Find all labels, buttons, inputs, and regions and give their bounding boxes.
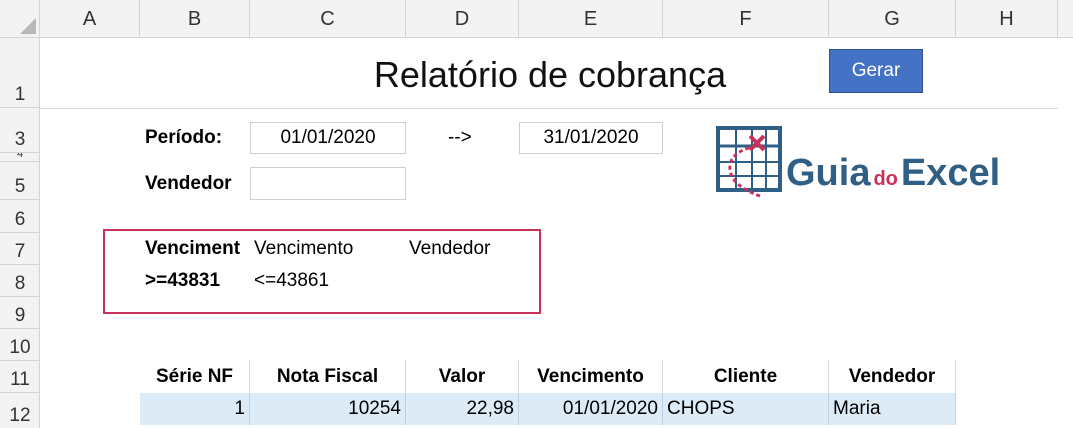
row-header-1[interactable]: 1 bbox=[0, 38, 40, 108]
row-header-11[interactable]: 11 bbox=[0, 361, 40, 393]
row-header-9[interactable]: 9 bbox=[0, 297, 40, 329]
row-header-8[interactable]: 8 bbox=[0, 265, 40, 297]
column-header-e[interactable]: E bbox=[519, 0, 663, 38]
guiadoexcel-logo: Guia do Excel bbox=[786, 152, 1000, 202]
column-header-d[interactable]: D bbox=[406, 0, 519, 38]
table-cell-valor[interactable]: 22,98 bbox=[406, 393, 519, 425]
periodo-end-input[interactable]: 31/01/2020 bbox=[519, 122, 663, 154]
table-header-vencimento[interactable]: Vencimento bbox=[519, 360, 663, 393]
column-header-f[interactable]: F bbox=[663, 0, 829, 38]
periodo-start-input[interactable]: 01/01/2020 bbox=[250, 122, 406, 154]
row-header-10[interactable]: 10 bbox=[0, 329, 40, 361]
column-header-c[interactable]: C bbox=[250, 0, 406, 38]
row-header-3[interactable]: 3 bbox=[0, 108, 40, 153]
column-header-h[interactable]: H bbox=[956, 0, 1058, 38]
column-header-b[interactable]: B bbox=[140, 0, 250, 38]
row-header-5[interactable]: 5 bbox=[0, 162, 40, 200]
criteria-header-vencimento-start[interactable]: Venciment bbox=[145, 233, 250, 265]
guiadoexcel-logo-icon bbox=[716, 126, 782, 198]
table-cell-cliente[interactable]: CHOPS bbox=[663, 393, 829, 425]
table-header-cliente[interactable]: Cliente bbox=[663, 360, 829, 393]
report-title: Relatório de cobrança bbox=[373, 54, 727, 95]
logo-part-excel: Excel bbox=[900, 152, 1001, 194]
row-header-7[interactable]: 7 bbox=[0, 233, 40, 265]
table-cell-vendedor[interactable]: Maria bbox=[829, 393, 956, 425]
gerar-button[interactable]: Gerar bbox=[829, 49, 923, 93]
criteria-value-end[interactable]: <=43861 bbox=[254, 265, 329, 297]
table-cell-vencimento[interactable]: 01/01/2020 bbox=[519, 393, 663, 425]
table-header-nota-fiscal[interactable]: Nota Fiscal bbox=[250, 360, 406, 393]
criteria-header-vencimento-end[interactable]: Vencimento bbox=[254, 233, 353, 265]
select-all-icon bbox=[20, 18, 36, 34]
table-header-serie-nf[interactable]: Série NF bbox=[140, 360, 250, 393]
row-header-4[interactable]: 4 bbox=[0, 153, 40, 162]
periodo-label: Período: bbox=[145, 127, 223, 148]
column-header-a[interactable]: A bbox=[40, 0, 140, 38]
row-header-6[interactable]: 6 bbox=[0, 200, 40, 233]
table-header-vendedor[interactable]: Vendedor bbox=[829, 360, 956, 393]
vendedor-input[interactable] bbox=[250, 167, 406, 200]
criteria-header-vendedor[interactable]: Vendedor bbox=[409, 233, 490, 265]
table-cell-nota-fiscal[interactable]: 10254 bbox=[250, 393, 406, 425]
criteria-value-start[interactable]: >=43831 bbox=[145, 265, 220, 297]
table-header-valor[interactable]: Valor bbox=[406, 360, 519, 393]
table-cell-serie-nf[interactable]: 1 bbox=[140, 393, 250, 425]
logo-part-guia: Guia bbox=[786, 152, 871, 194]
logo-part-do: do bbox=[873, 168, 898, 190]
vendedor-label: Vendedor bbox=[145, 173, 232, 194]
row-header-12[interactable]: 12 bbox=[0, 393, 40, 428]
column-header-g[interactable]: G bbox=[829, 0, 956, 38]
row-divider bbox=[40, 108, 1058, 109]
periodo-arrow: --> bbox=[448, 127, 472, 148]
